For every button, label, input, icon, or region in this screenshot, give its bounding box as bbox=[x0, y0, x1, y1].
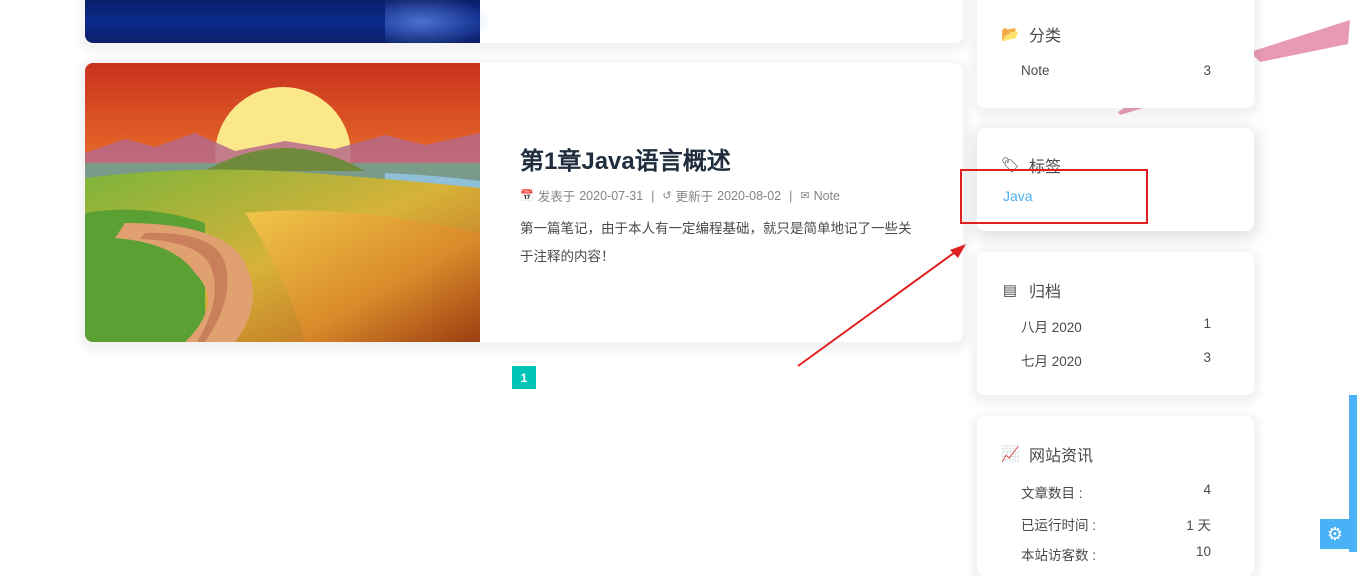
site-info-item: 已运行时间 : 1 天 bbox=[1021, 514, 1211, 534]
site-info-item: 本站访客数 : 10 bbox=[1021, 544, 1211, 564]
categories-header: 📂 分类 bbox=[1001, 22, 1061, 46]
gear-icon[interactable]: ⚙ bbox=[1320, 519, 1350, 549]
post-category-link[interactable]: Note bbox=[814, 189, 840, 203]
site-info-name: 文章数目 : bbox=[1021, 486, 1083, 501]
history-icon: ↺ bbox=[662, 190, 672, 202]
pagination-current-page[interactable]: 1 bbox=[512, 366, 536, 389]
updated-label: 更新于 bbox=[675, 190, 714, 204]
annotation-highlight-box bbox=[960, 169, 1148, 224]
site-info-value: 4 bbox=[1203, 482, 1211, 497]
folder-open-icon: 📂 bbox=[1001, 26, 1020, 43]
archive-item[interactable]: 八月 2020 1 bbox=[1021, 316, 1211, 336]
categories-title: 分类 bbox=[1029, 28, 1062, 45]
meta-separator: | bbox=[651, 188, 655, 203]
post-cover-image[interactable] bbox=[85, 0, 505, 43]
archives-header: ▤ 归档 bbox=[1001, 278, 1061, 302]
site-info-name: 已运行时间 : bbox=[1021, 518, 1097, 533]
scrollbar-thumb[interactable] bbox=[1349, 395, 1357, 552]
post-cover-image[interactable] bbox=[85, 63, 480, 342]
archive-item[interactable]: 七月 2020 3 bbox=[1021, 350, 1211, 370]
post-title[interactable]: 第1章Java语言概述 bbox=[520, 141, 920, 176]
site-info-value: 1 天 bbox=[1186, 518, 1211, 533]
card-archives: ▤ 归档 八月 2020 1 七月 2020 3 bbox=[977, 252, 1254, 395]
archive-count: 1 bbox=[1203, 316, 1211, 331]
archive-icon: ▤ bbox=[1002, 282, 1018, 299]
meta-separator: | bbox=[789, 188, 793, 203]
published-date: 2020-07-31 bbox=[579, 188, 644, 203]
inbox-icon: ✉ bbox=[800, 190, 810, 202]
category-name[interactable]: Note bbox=[1021, 63, 1050, 78]
site-info-title: 网站资讯 bbox=[1029, 448, 1094, 465]
chart-line-icon: 📈 bbox=[1001, 446, 1020, 463]
site-info-header: 📈 网站资讯 bbox=[1001, 442, 1093, 466]
category-item[interactable]: Note 3 bbox=[1021, 63, 1211, 78]
calendar-icon: 📅 bbox=[520, 190, 534, 202]
cover-glow bbox=[385, 0, 505, 43]
annotation-arrow bbox=[797, 244, 966, 367]
landscape-illustration bbox=[85, 63, 480, 342]
archive-name[interactable]: 八月 2020 bbox=[1021, 316, 1082, 336]
post-card-previous[interactable] bbox=[85, 0, 963, 43]
site-info-name: 本站访客数 : bbox=[1021, 548, 1097, 563]
archive-count: 3 bbox=[1203, 350, 1211, 365]
site-info-value: 10 bbox=[1195, 544, 1211, 559]
archive-name[interactable]: 七月 2020 bbox=[1021, 350, 1082, 370]
category-count: 3 bbox=[1203, 63, 1211, 78]
post-meta: 📅 发表于 2020-07-31 | ↺ 更新于 2020-08-02 | ✉ … bbox=[520, 186, 920, 205]
card-categories: 📂 分类 Note 3 bbox=[977, 0, 1254, 108]
updated-date: 2020-08-02 bbox=[717, 188, 782, 203]
archives-title: 归档 bbox=[1029, 284, 1062, 301]
card-site-info: 📈 网站资讯 文章数目 : 4 已运行时间 : 1 天 本站访客数 : 10 bbox=[977, 416, 1254, 576]
site-info-item: 文章数目 : 4 bbox=[1021, 482, 1211, 502]
published-label: 发表于 bbox=[537, 190, 576, 204]
